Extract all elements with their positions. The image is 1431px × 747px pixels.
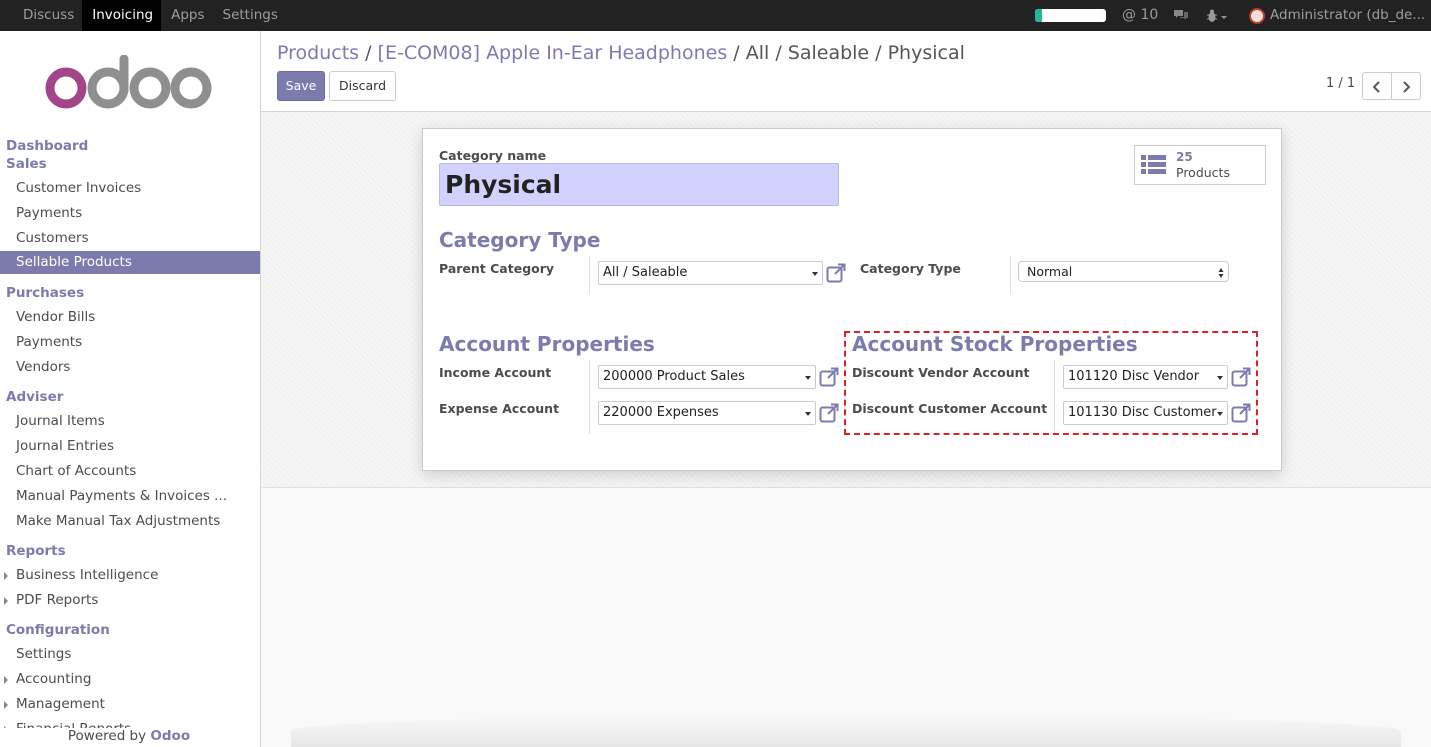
sidebar-item-vendor-payments[interactable]: Payments [16,334,82,350]
breadcrumb-current: All / Saleable / Physical [745,42,965,64]
category-type-title: Category Type [439,228,601,252]
progress-bar [1035,9,1106,22]
list-icon [1141,155,1166,174]
breadcrumb-products[interactable]: Products [277,42,359,64]
menu-settings[interactable]: Settings [213,0,286,31]
top-navbar: Discuss Invoicing Apps Settings @ 10 Adm… [0,0,1431,31]
breadcrumb: Products / [E-COM08] Apple In-Ear Headph… [277,42,965,64]
income-account-label: Income Account [439,365,552,380]
user-menu[interactable]: Administrator (db_de... [1270,0,1425,31]
products-label: Products [1176,165,1230,180]
sidebar-item-settings[interactable]: Settings [16,646,71,662]
separator [589,360,590,434]
menu-discuss[interactable]: Discuss [13,0,82,31]
sidebar-section-reports: Reports [6,543,66,559]
highlight-box [844,331,1258,435]
app-menu: Discuss Invoicing Apps Settings [13,0,286,31]
income-account-select[interactable]: 200000 Product Sales [598,365,816,389]
parent-category-label: Parent Category [439,261,555,276]
separator [1010,256,1011,294]
sidebar-item-management[interactable]: Management [16,696,105,712]
category-type-label: Category Type [860,261,961,276]
sidebar-section-adviser: Adviser [6,389,64,405]
control-panel: Products / [E-COM08] Apple In-Ear Headph… [261,31,1431,112]
sidebar: Dashboard Sales Customer Invoices Paymen… [0,31,261,747]
pager-previous-button[interactable] [1362,72,1392,100]
category-type-select[interactable]: Normal [1018,261,1229,282]
sidebar-item-sellable-products[interactable]: Sellable Products [0,251,260,274]
user-avatar[interactable] [1249,8,1265,24]
menu-invoicing[interactable]: Invoicing [82,0,162,31]
breadcrumb-product[interactable]: [E-COM08] Apple In-Ear Headphones [378,42,728,64]
form-view: Category name Physical 25 Products Categ… [261,112,1431,747]
category-name-input[interactable]: Physical [439,163,839,206]
sidebar-item-payments[interactable]: Payments [16,205,82,221]
expense-account-value: 220000 Expenses [603,405,719,420]
caret-right-icon [4,572,8,580]
sidebar-item-manual-tax[interactable]: Make Manual Tax Adjustments [16,513,220,529]
sidebar-item-journal-entries[interactable]: Journal Entries [16,438,114,454]
income-account-value: 200000 Product Sales [603,369,745,384]
sidebar-item-chart-of-accounts[interactable]: Chart of Accounts [16,463,136,479]
parent-category-select[interactable]: All / Saleable [598,261,823,285]
chevron-left-icon [1373,81,1380,93]
pager-value: 1 / 1 [1326,76,1356,91]
products-smart-button[interactable]: 25 Products [1134,145,1266,185]
sidebar-item-customers[interactable]: Customers [16,230,89,246]
sidebar-item-accounting[interactable]: Accounting [16,671,91,687]
category-name-label: Category name [439,148,547,163]
bottom-shadow [291,715,1401,747]
separator [589,256,590,294]
chevron-right-icon [1403,81,1410,93]
parent-category-value: All / Saleable [603,265,688,280]
caret-right-icon [4,701,8,709]
category-type-value: Normal [1027,264,1073,279]
caret-down-icon [812,272,818,276]
caret-down-icon [805,376,811,380]
chat-icon[interactable] [1173,9,1189,21]
caret-right-icon [4,597,8,605]
powered-by-text: Powered by [67,728,147,744]
mentions-counter[interactable]: @ 10 [1122,0,1158,31]
breadcrumb-separator: / [733,42,740,64]
external-link-icon[interactable] [826,263,846,283]
sidebar-item-customer-invoices[interactable]: Customer Invoices [16,180,141,196]
powered-by: Powered by Odoo [0,728,258,747]
sidebar-section-sales: Sales [6,156,47,172]
form-sheet: Category name Physical 25 Products Categ… [422,128,1282,471]
account-properties-title: Account Properties [439,332,655,356]
products-count: 25 [1176,150,1193,164]
external-link-icon[interactable] [819,403,839,423]
breadcrumb-separator: / [365,42,372,64]
progress-bar-fill [1035,9,1043,22]
sidebar-item-business-intelligence[interactable]: Business Intelligence [16,567,158,583]
save-button[interactable]: Save [277,71,325,101]
sidebar-item-vendors[interactable]: Vendors [16,359,70,375]
sidebar-item-journal-items[interactable]: Journal Items [16,413,105,429]
external-link-icon[interactable] [819,367,839,387]
sidebar-item-vendor-bills[interactable]: Vendor Bills [16,309,95,325]
powered-by-link[interactable]: Odoo [150,728,190,744]
sidebar-item-pdf-reports[interactable]: PDF Reports [16,592,98,608]
menu-apps[interactable]: Apps [161,0,212,31]
discard-button[interactable]: Discard [329,71,396,101]
sidebar-section-purchases: Purchases [6,285,85,301]
caret-down-icon [805,412,811,416]
expense-account-select[interactable]: 220000 Expenses [598,401,816,425]
select-updown-icon [1218,268,1224,278]
caret-right-icon [4,676,8,684]
sidebar-item-manual-payments[interactable]: Manual Payments & Invoices ... [16,488,227,504]
sidebar-dashboard[interactable]: Dashboard [6,138,88,154]
debug-bug-icon[interactable] [1205,8,1227,24]
pager-next-button[interactable] [1391,72,1421,100]
odoo-logo [45,55,212,109]
sidebar-section-configuration: Configuration [6,622,110,638]
expense-account-label: Expense Account [439,401,560,416]
